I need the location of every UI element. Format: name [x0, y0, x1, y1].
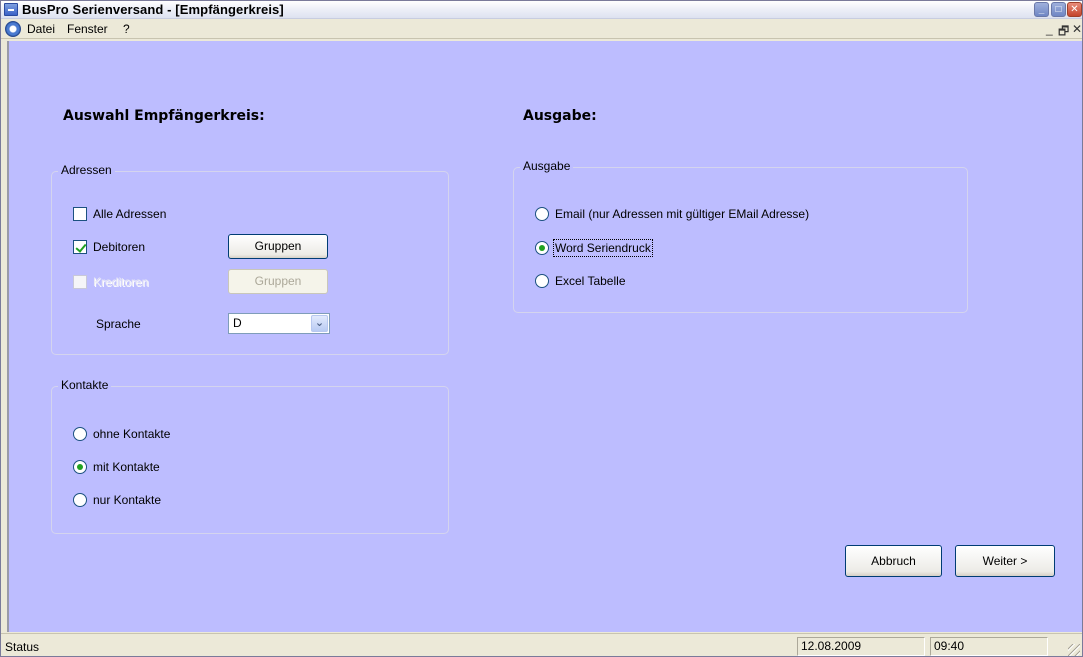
- status-time: 09:40: [930, 637, 1048, 656]
- status-bar: Status 12.08.2009 09:40: [1, 633, 1082, 656]
- mdi-restore-button[interactable]: 🗗: [1058, 22, 1069, 43]
- app-window: BusPro Serienversand - [Empfängerkreis] …: [0, 0, 1083, 657]
- language-row: Sprache: [96, 315, 141, 333]
- next-button[interactable]: Weiter >: [955, 545, 1055, 577]
- status-text: Status: [5, 640, 40, 654]
- contacts-option-with[interactable]: mit Kontakte: [73, 458, 160, 476]
- radio-icon[interactable]: [535, 207, 549, 221]
- contacts-group-label: Kontakte: [58, 378, 112, 392]
- all-addresses-check-icon[interactable]: [73, 207, 87, 221]
- resize-grip-icon[interactable]: [1068, 644, 1080, 656]
- radio-icon[interactable]: [535, 274, 549, 288]
- close-icon: ✕: [1070, 4, 1079, 15]
- output-option-label: Excel Tabelle: [555, 274, 626, 288]
- contacts-option-label: nur Kontakte: [93, 493, 162, 507]
- output-option-word[interactable]: Word Seriendruck: [535, 239, 653, 257]
- language-value: D: [233, 316, 242, 330]
- menu-datei[interactable]: Datei: [24, 22, 58, 36]
- client-area: Auswahl Empfängerkreis: Ausgabe: Adresse…: [7, 41, 1082, 632]
- radio-icon[interactable]: [73, 427, 87, 441]
- debitors-checkbox[interactable]: Debitoren: [73, 238, 145, 256]
- output-option-excel[interactable]: Excel Tabelle: [535, 272, 626, 290]
- output-option-label: Email (nur Adressen mit gültiger EMail A…: [555, 207, 810, 221]
- output-heading: Ausgabe:: [523, 108, 597, 124]
- chevron-down-icon[interactable]: ⌄: [311, 315, 328, 332]
- creditors-check-icon: [73, 275, 87, 289]
- contacts-option-label: mit Kontakte: [93, 460, 160, 474]
- debitors-check-icon[interactable]: [73, 240, 87, 254]
- creditors-groups-button: Gruppen: [228, 269, 328, 294]
- maximize-button[interactable]: □: [1051, 2, 1066, 17]
- creditors-label: Kreditoren: [93, 275, 149, 289]
- creditors-checkbox: Kreditoren: [73, 273, 148, 291]
- addresses-group-label: Adressen: [58, 163, 115, 177]
- radio-icon[interactable]: [73, 493, 87, 507]
- app-icon[interactable]: [4, 3, 18, 16]
- mdi-minimize-button[interactable]: _: [1046, 22, 1053, 36]
- menu-bar: Datei Fenster ? _ 🗗 ✕: [1, 20, 1082, 39]
- minimize-icon: _: [1038, 4, 1045, 15]
- contacts-option-label: ohne Kontakte: [93, 427, 171, 441]
- menu-help[interactable]: ?: [120, 22, 133, 36]
- cancel-button[interactable]: Abbruch: [845, 545, 942, 577]
- output-group: Ausgabe Email (nur Adressen mit gültiger…: [513, 159, 968, 313]
- output-group-label: Ausgabe: [520, 159, 574, 173]
- radio-selected-icon[interactable]: [535, 241, 549, 255]
- mdi-close-button[interactable]: ✕: [1072, 22, 1082, 36]
- output-option-label: Word Seriendruck: [553, 239, 653, 257]
- recipients-heading: Auswahl Empfängerkreis:: [63, 108, 265, 124]
- contacts-option-only[interactable]: nur Kontakte: [73, 491, 161, 509]
- maximize-icon: □: [1055, 4, 1062, 15]
- language-select[interactable]: D ⌄: [228, 313, 330, 334]
- window-title: BusPro Serienversand - [Empfängerkreis]: [22, 2, 284, 17]
- menu-fenster[interactable]: Fenster: [64, 22, 111, 36]
- radio-selected-icon[interactable]: [73, 460, 87, 474]
- debitors-groups-button[interactable]: Gruppen: [228, 234, 328, 259]
- output-option-email[interactable]: Email (nur Adressen mit gültiger EMail A…: [535, 205, 809, 223]
- all-addresses-label: Alle Adressen: [93, 207, 167, 221]
- contacts-group: Kontakte ohne Kontakte mit Kontakte nur …: [51, 378, 449, 534]
- language-label: Sprache: [96, 317, 141, 331]
- document-system-menu-icon[interactable]: [5, 21, 21, 37]
- close-button[interactable]: ✕: [1067, 2, 1082, 17]
- title-bar[interactable]: BusPro Serienversand - [Empfängerkreis] …: [1, 1, 1082, 19]
- minimize-button[interactable]: _: [1034, 2, 1049, 17]
- all-addresses-checkbox[interactable]: Alle Adressen: [73, 205, 166, 223]
- addresses-group: Adressen Alle Adressen Debitoren Gruppen…: [51, 163, 449, 355]
- debitors-label: Debitoren: [93, 240, 146, 254]
- contacts-option-none[interactable]: ohne Kontakte: [73, 425, 170, 443]
- status-date: 12.08.2009: [797, 637, 925, 656]
